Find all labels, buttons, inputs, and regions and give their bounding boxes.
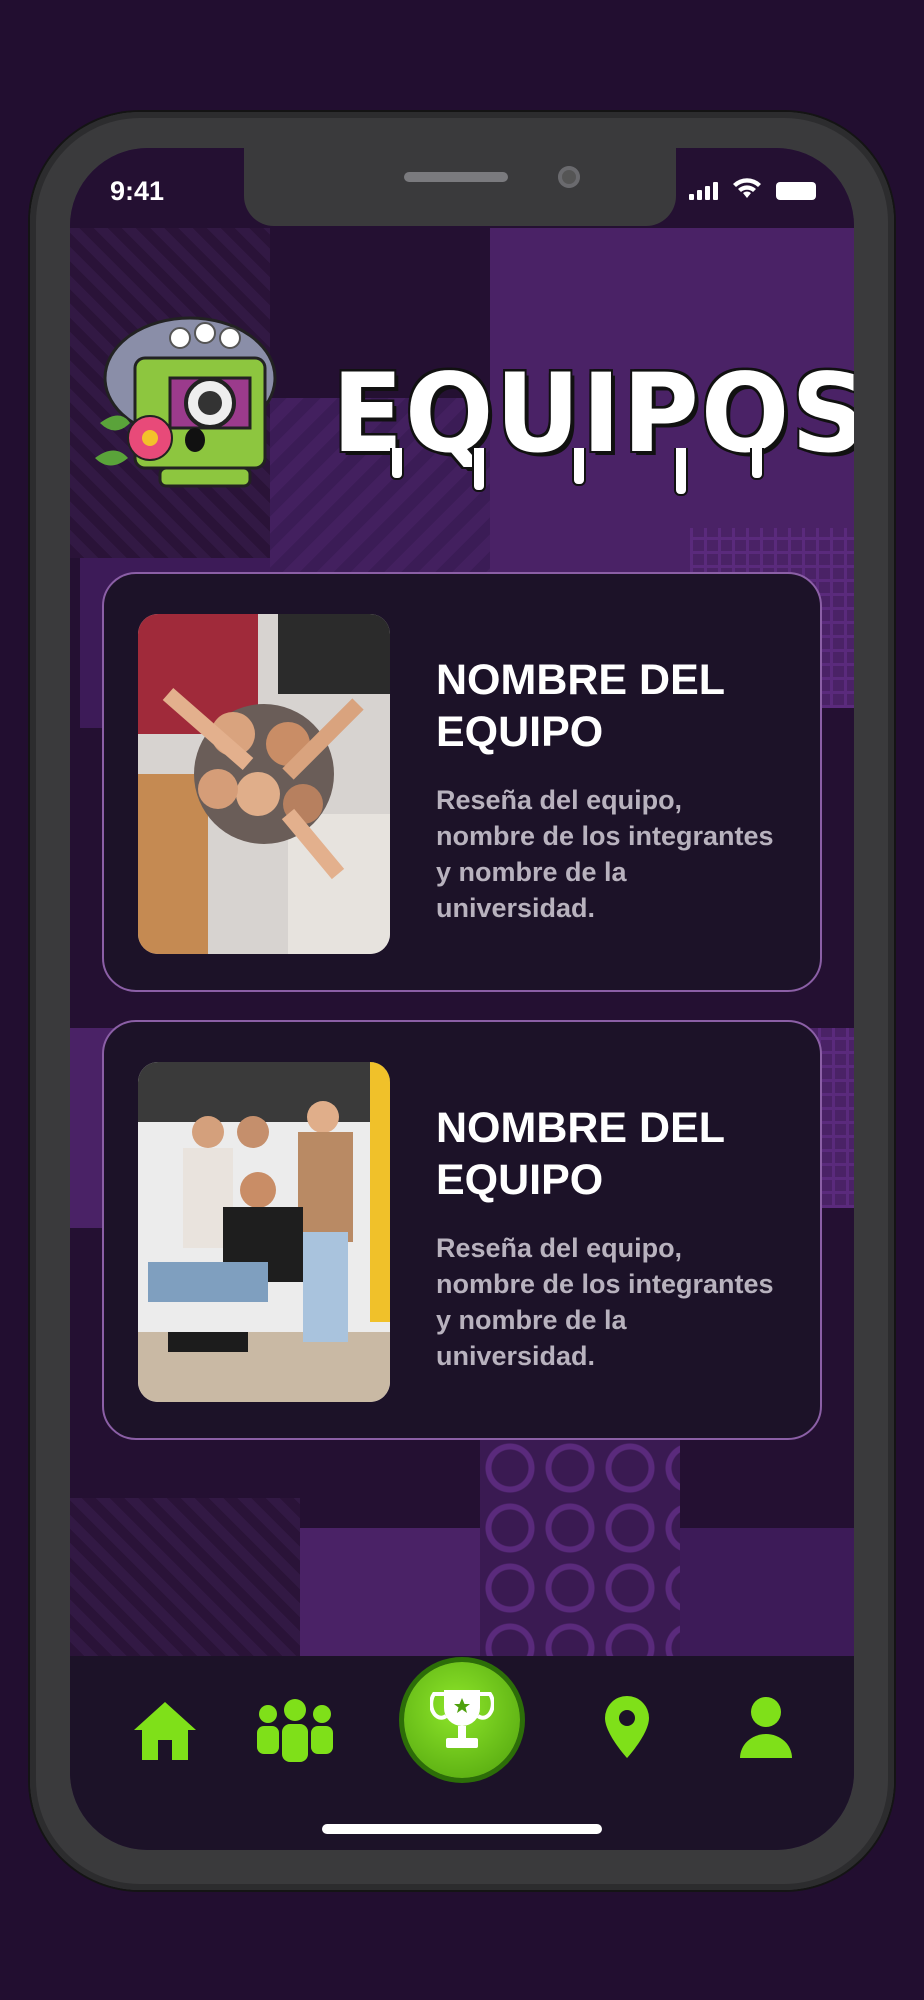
team-card[interactable]: NOMBRE DEL EQUIPO Reseña del equipo, nom… (102, 1020, 822, 1440)
bottom-navigation (70, 1656, 854, 1850)
team-icon[interactable] (252, 1696, 338, 1762)
notch (244, 148, 676, 226)
team-description: Reseña del equipo, nombre de los integra… (436, 1233, 774, 1371)
team-photo (138, 614, 390, 954)
wifi-icon (733, 178, 761, 198)
cellular-signal-icon (689, 182, 718, 200)
title-drip (472, 448, 486, 492)
front-camera (558, 166, 580, 188)
title-drip (572, 448, 586, 486)
home-icon[interactable] (130, 1698, 200, 1762)
team-card[interactable]: NOMBRE DEL EQUIPO Reseña del equipo, nom… (102, 572, 822, 992)
battery-icon (776, 182, 816, 200)
home-indicator[interactable] (322, 1824, 602, 1834)
trophy-button[interactable] (404, 1662, 520, 1778)
location-pin-icon[interactable] (602, 1694, 652, 1760)
profile-icon[interactable] (738, 1694, 794, 1760)
team-description: Reseña del equipo, nombre de los integra… (436, 785, 774, 923)
speaker (404, 172, 508, 182)
team-name: NOMBRE DEL EQUIPO (436, 656, 725, 756)
title-drip (674, 448, 688, 496)
team-photo (138, 1062, 390, 1402)
phone-frame: 9:41 EQUIPOS NOMBRE DEL EQUIPO Reseña de… (30, 112, 894, 1890)
app-screen: 9:41 EQUIPOS NOMBRE DEL EQUIPO Reseña de… (70, 148, 854, 1850)
mascot-logo (95, 316, 277, 488)
status-icons (689, 178, 816, 200)
team-name: NOMBRE DEL EQUIPO (436, 1104, 725, 1204)
status-time: 9:41 (110, 176, 165, 206)
title-drip (390, 448, 404, 480)
title-drip (750, 448, 764, 480)
trophy-icon (430, 1690, 494, 1748)
